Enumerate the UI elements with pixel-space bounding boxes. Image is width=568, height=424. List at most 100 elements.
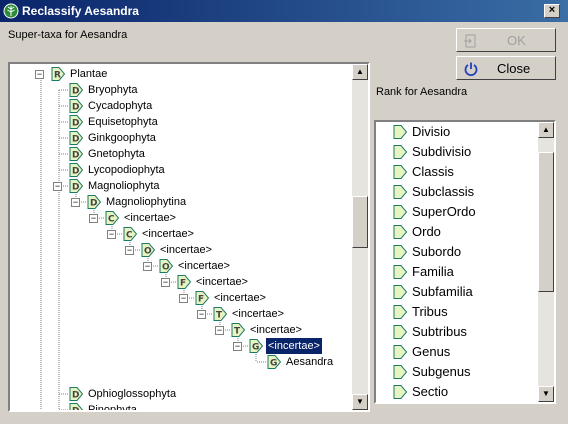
tree-node-label: Bryophyta	[88, 84, 138, 96]
taxon-icon: T	[212, 306, 228, 322]
svg-text:D: D	[72, 167, 79, 177]
tree-node-label: <incertae>	[196, 276, 248, 288]
tree-scroll-up-button[interactable]: ▲	[352, 64, 368, 80]
collapse-toggle[interactable]: −	[71, 198, 80, 207]
rank-item-label: Tribus	[412, 304, 448, 319]
collapse-toggle[interactable]: −	[35, 70, 44, 79]
rank-scroll-up-button[interactable]: ▲	[538, 122, 554, 138]
rank-item-label: SuperOrdo	[412, 204, 476, 219]
tree-scroll-down-button[interactable]: ▼	[352, 394, 368, 410]
rank-icon	[393, 325, 408, 339]
taxon-icon: T	[230, 322, 246, 338]
svg-text:D: D	[72, 391, 79, 401]
collapse-toggle[interactable]: −	[197, 310, 206, 319]
svg-text:D: D	[72, 151, 79, 161]
rank-icon	[393, 305, 408, 319]
rank-icon	[393, 125, 408, 139]
tree-node[interactable]: D Bryophyta	[10, 82, 350, 98]
tree-node[interactable]: − D Magnoliophytina	[10, 194, 350, 210]
taxon-icon: D	[68, 162, 84, 178]
rank-scroll-down-button[interactable]: ▼	[538, 386, 554, 402]
svg-text:R: R	[54, 71, 61, 81]
tree-node[interactable]: − O <incertae>	[10, 242, 350, 258]
apply-icon	[464, 34, 476, 48]
collapse-toggle[interactable]: −	[143, 262, 152, 271]
taxon-icon: C	[104, 210, 120, 226]
rank-list[interactable]: Divisio Subdivisio Classis Subclassis SuperO…	[374, 120, 556, 404]
taxa-tree[interactable]: − R Plantae D Bryophyta D Cycadophyta D Equiseto…	[8, 62, 370, 412]
tree-node[interactable]: − T <incertae>	[10, 322, 350, 338]
tree-node[interactable]: D Cycadophyta	[10, 98, 350, 114]
tree-node-label: <incertae>	[214, 292, 266, 304]
rank-item-label: Sectio	[412, 384, 449, 399]
tree-node[interactable]: − G <incertae>	[10, 337, 350, 355]
tree-node[interactable]: − C <incertae>	[10, 210, 350, 226]
rank-item-label: Classis	[412, 164, 454, 179]
tree-node[interactable]: − R Plantae	[10, 66, 350, 82]
rank-icon	[393, 205, 408, 219]
tree-node-label: Lycopodiophyta	[88, 164, 165, 176]
rank-scrollbar[interactable]: ▲ ▼	[538, 122, 554, 402]
taxon-icon: R	[50, 66, 66, 82]
svg-text:D: D	[72, 119, 79, 129]
rank-icon	[393, 285, 408, 299]
rank-icon	[393, 385, 408, 399]
tree-node-label: <incertae>	[232, 308, 284, 320]
tree-scroll-thumb[interactable]	[352, 196, 368, 248]
tree-node[interactable]: D Gnetophyta	[10, 146, 350, 162]
rank-item-label: Genus	[412, 344, 451, 359]
collapse-toggle[interactable]: −	[53, 182, 62, 191]
tree-node[interactable]: D Ophioglossophyta	[10, 386, 350, 402]
collapse-toggle[interactable]: −	[107, 230, 116, 239]
rank-scroll-thumb[interactable]	[538, 152, 554, 292]
tree-node-label: Pinophyta	[88, 404, 137, 412]
tree-node[interactable]: D Lycopodiophyta	[10, 162, 350, 178]
svg-text:G: G	[252, 343, 259, 353]
svg-text:O: O	[144, 247, 152, 257]
svg-text:D: D	[72, 87, 79, 97]
tree-node[interactable]: − O <incertae>	[10, 258, 350, 274]
rank-label: Rank for Aesandra	[376, 86, 468, 98]
ok-button[interactable]: OK	[456, 28, 556, 52]
close-label: Close	[497, 61, 531, 76]
window-close-button[interactable]: ×	[544, 4, 560, 18]
taxon-icon: D	[68, 82, 84, 98]
taxon-icon: O	[140, 242, 156, 258]
collapse-toggle[interactable]: −	[233, 342, 242, 351]
rank-item-label: Subdivisio	[412, 144, 472, 159]
rank-icon	[393, 365, 408, 379]
close-button[interactable]: Close	[456, 56, 556, 80]
tree-node[interactable]: D Equisetophyta	[10, 114, 350, 130]
rank-icon	[393, 225, 408, 239]
taxon-icon: D	[68, 402, 84, 410]
tree-node-label: Ophioglossophyta	[88, 388, 177, 400]
tree-node[interactable]: − C <incertae>	[10, 226, 350, 242]
rank-icon	[393, 245, 408, 259]
rank-item-label: Subfamilia	[412, 284, 473, 299]
tree-node-label: Magnoliophytina	[106, 196, 187, 208]
collapse-toggle[interactable]: −	[161, 278, 170, 287]
taxon-icon: F	[194, 290, 210, 306]
tree-scrollbar[interactable]: ▲ ▼	[352, 64, 368, 410]
rank-icon	[393, 145, 408, 159]
tree-node[interactable]: D Ginkgoophyta	[10, 130, 350, 146]
tree-node[interactable]: − T <incertae>	[10, 306, 350, 322]
tree-node[interactable]: D Pinophyta	[10, 402, 350, 412]
collapse-toggle[interactable]: −	[89, 214, 98, 223]
tree-node-label: <incertae>	[250, 324, 302, 336]
collapse-toggle[interactable]: −	[215, 326, 224, 335]
tree-node[interactable]: G Aesandra	[10, 354, 350, 370]
tree-node[interactable]: − F <incertae>	[10, 274, 350, 290]
svg-text:F: F	[198, 295, 204, 305]
tree-node[interactable]: − F <incertae>	[10, 290, 350, 306]
rank-icon	[393, 265, 408, 279]
tree-node[interactable]: − D Magnoliophyta	[10, 178, 350, 194]
svg-text:D: D	[72, 103, 79, 113]
collapse-toggle[interactable]: −	[179, 294, 188, 303]
svg-text:G: G	[270, 359, 277, 369]
svg-text:T: T	[216, 311, 223, 321]
leaf-app-icon	[3, 3, 19, 19]
tree-node-label: Plantae	[70, 68, 108, 80]
collapse-toggle[interactable]: −	[125, 246, 134, 255]
taxon-icon: D	[68, 114, 84, 130]
